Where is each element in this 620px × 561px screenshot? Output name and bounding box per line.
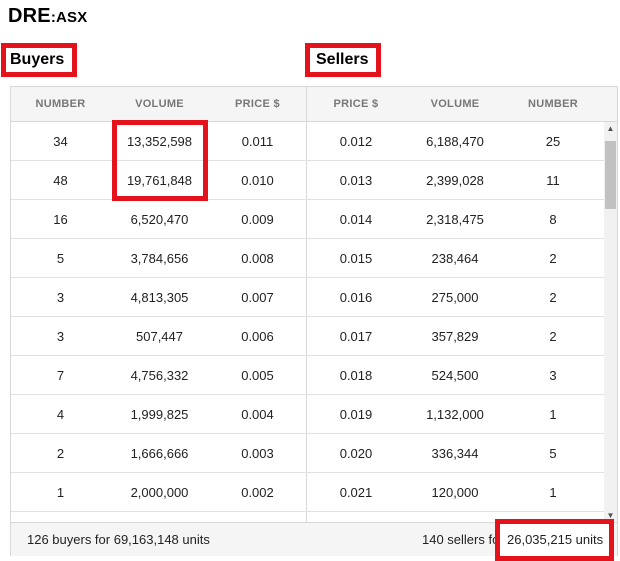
seller-price-cell: 0.012 — [339, 134, 373, 149]
seller-volume-cell: 2,399,028 — [426, 173, 484, 188]
buyer-volume-cell: 4,756,332 — [130, 368, 189, 383]
buyers-summary: 126 buyers for 69,163,148 units — [27, 532, 210, 547]
table-row: 3 4,813,305 0.007 0.016 275,000 2 — [11, 278, 604, 317]
seller-volume-cell: 1,132,000 — [426, 407, 484, 422]
seller-volume-cell: 336,344 — [431, 446, 479, 461]
seller-volume-cell: 120,000 — [431, 485, 479, 500]
sellers-label: Sellers — [305, 43, 381, 77]
seller-number-cell: 1 — [549, 407, 557, 422]
ticker-exchange: :ASX — [50, 9, 88, 26]
buyer-number-cell: 34 — [53, 134, 68, 149]
buyer-number-cell: 1 — [56, 485, 65, 500]
seller-number-cell: 2 — [549, 251, 557, 266]
buyer-price-cell: 0.010 — [241, 173, 274, 188]
ticker-code: DRE — [8, 5, 51, 27]
table-row: 3 507,447 0.006 0.017 357,829 2 — [11, 317, 604, 356]
seller-volume-cell: 6,188,470 — [426, 134, 484, 149]
seller-number-cell: 3 — [549, 368, 557, 383]
buyer-volume-cell: 2,000,000 — [130, 485, 189, 500]
order-book-table: NUMBER VOLUME PRICE $ PRICE $ VOLUME NUM… — [10, 86, 618, 556]
buyer-price-cell: 0.009 — [241, 212, 274, 227]
buyer-price-cell: 0.005 — [241, 368, 274, 383]
buyer-price-cell: 0.008 — [241, 251, 274, 266]
buyer-number-cell: 48 — [53, 173, 68, 188]
table-row: 34 13,352,598 0.011 0.012 6,188,470 25 — [11, 122, 604, 161]
seller-price-cell: 0.018 — [339, 368, 373, 383]
buyer-volume-cell: 4,813,305 — [130, 290, 189, 305]
seller-price-cell: 0.016 — [339, 290, 373, 305]
header-buyer-price: PRICE $ — [235, 98, 280, 110]
order-rows[interactable]: 34 13,352,598 0.011 0.012 6,188,470 25 4… — [11, 122, 604, 522]
table-row: 1 2,000,000 0.002 0.021 120,000 1 — [11, 473, 604, 512]
seller-number-cell: 2 — [549, 290, 557, 305]
seller-volume-cell: 2,318,475 — [426, 212, 484, 227]
seller-number-cell: 2 — [549, 329, 557, 344]
buyer-number-cell: 2 — [56, 446, 65, 461]
seller-volume-cell: 357,829 — [431, 329, 479, 344]
ticker-title: DRE:ASX — [8, 5, 87, 28]
buyer-volume-cell: 1,666,666 — [130, 446, 189, 461]
buyer-price-cell: 0.003 — [241, 446, 274, 461]
seller-price-cell: 0.019 — [339, 407, 373, 422]
seller-number-cell: 11 — [546, 173, 560, 188]
buyer-volume-cell: 6,520,470 — [130, 212, 189, 227]
buyer-volume-cell: 13,352,598 — [126, 134, 193, 149]
buyers-label: Buyers — [1, 43, 77, 77]
seller-price-cell: 0.020 — [339, 446, 373, 461]
vertical-scrollbar[interactable]: ▲ ▼ — [604, 122, 617, 522]
table-row: 16 6,520,470 0.009 0.014 2,318,475 8 — [11, 200, 604, 239]
seller-volume-cell: 524,500 — [431, 368, 479, 383]
buyer-volume-cell: 1,999,825 — [130, 407, 189, 422]
seller-number-cell: 1 — [549, 485, 557, 500]
table-row: 5 3,784,656 0.008 0.015 238,464 2 — [11, 239, 604, 278]
buyer-price-cell: 0.004 — [241, 407, 274, 422]
seller-price-cell: 0.013 — [339, 173, 373, 188]
buyer-price-cell: 0.006 — [241, 329, 274, 344]
table-header: NUMBER VOLUME PRICE $ PRICE $ VOLUME NUM… — [11, 87, 617, 122]
buyer-price-cell: 0.007 — [241, 290, 274, 305]
buyer-volume-cell: 19,761,848 — [126, 173, 193, 188]
table-row: 2 1,666,666 0.003 0.020 336,344 5 — [11, 434, 604, 473]
buyer-price-cell: 0.011 — [241, 134, 274, 149]
seller-volume-cell: 275,000 — [431, 290, 479, 305]
buyer-number-cell: 5 — [56, 251, 65, 266]
seller-number-cell: 8 — [549, 212, 557, 227]
seller-number-cell: 25 — [545, 134, 561, 149]
table-row: 48 19,761,848 0.010 0.013 2,399,028 11 — [11, 161, 604, 200]
scroll-down-arrow-icon[interactable]: ▼ — [604, 509, 617, 522]
header-buyer-volume: VOLUME — [135, 98, 184, 110]
table-row — [11, 512, 604, 522]
buyer-number-cell: 4 — [56, 407, 65, 422]
buyer-number-cell: 16 — [53, 212, 68, 227]
table-row: 4 1,999,825 0.004 0.019 1,132,000 1 — [11, 395, 604, 434]
buyer-number-cell: 3 — [56, 329, 65, 344]
header-seller-number: NUMBER — [527, 98, 579, 110]
seller-price-cell: 0.021 — [339, 485, 373, 500]
seller-price-cell: 0.017 — [339, 329, 373, 344]
scrollbar-thumb[interactable] — [605, 141, 616, 209]
seller-price-cell: 0.014 — [339, 212, 373, 227]
buyer-number-cell: 7 — [56, 368, 65, 383]
buyer-number-cell: 3 — [56, 290, 65, 305]
seller-number-cell: 5 — [549, 446, 557, 461]
sellers-units-highlight-text: 26,035,215 units — [507, 532, 604, 547]
buyer-volume-cell: 507,447 — [136, 329, 183, 344]
header-seller-price: PRICE $ — [333, 98, 379, 110]
header-buyer-number: NUMBER — [35, 98, 86, 110]
header-seller-volume: VOLUME — [430, 98, 480, 110]
scroll-up-arrow-icon[interactable]: ▲ — [604, 122, 617, 135]
seller-price-cell: 0.015 — [339, 251, 373, 266]
table-row: 7 4,756,332 0.005 0.018 524,500 3 — [11, 356, 604, 395]
buyer-price-cell: 0.002 — [241, 485, 274, 500]
seller-volume-cell: 238,464 — [431, 251, 479, 266]
buyer-volume-cell: 3,784,656 — [130, 251, 189, 266]
